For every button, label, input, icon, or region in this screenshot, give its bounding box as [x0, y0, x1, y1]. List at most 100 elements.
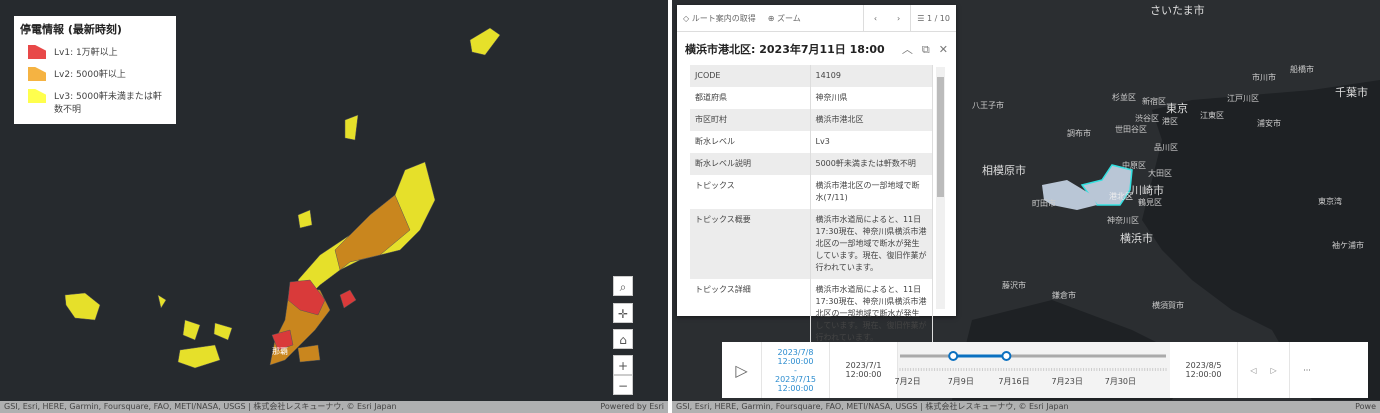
map-label: 江東区 [1200, 111, 1224, 120]
attribute-key: 都道府県 [690, 87, 811, 109]
feature-popup: ◇ ルート案内の取得 ⊕ ズーム ‹ › ☰ 1 / 10 横浜市港北区: 20… [677, 4, 956, 349]
map-label: 袖ケ浦市 [1332, 241, 1364, 250]
zoom-in-button[interactable]: + [613, 355, 633, 375]
attribute-value: 14109 [810, 65, 933, 87]
legend-title: 停電情報 (最新時刻) [20, 23, 122, 36]
popup-toolbar: ◇ ルート案内の取得 ⊕ ズーム ‹ › ☰ 1 / 10 [677, 4, 956, 32]
next-button[interactable]: › [887, 5, 910, 32]
tick-label: 7月9日 [948, 377, 974, 386]
swatch-icon [28, 89, 46, 103]
attribute-table: JCODE 14109 都道府県 神奈川県 市区町村 横浜市港北区 断水レベル Lv3 断水レベ… [690, 65, 933, 349]
attribute-key: トピックス [690, 175, 811, 209]
attribute-row: 都道府県 神奈川県 [690, 87, 933, 109]
time-slider: ▷ 2023/7/8 12:00:00-2023/7/15 12:00:00 202… [722, 342, 1368, 398]
tick-label: 7月16日 [998, 377, 1029, 386]
popup-title: 横浜市港北区: 2023年7月11日 18:00 [685, 43, 885, 56]
attribute-key: 断水レベル説明 [690, 153, 811, 175]
more-options-button[interactable]: ··· [1290, 342, 1324, 398]
legend-label: Lv2: 5000軒以上 [54, 70, 126, 80]
swatch-icon [28, 67, 46, 81]
outage-map[interactable]: 那覇 停電情報 (最新時刻) Lv1: 1万軒以上 Lv2: 5000軒以上 L… [0, 0, 668, 413]
map-label: 調布市 [1067, 129, 1091, 138]
legend-label: Lv1: 1万軒以上 [54, 48, 118, 58]
attribute-key: 断水レベル [690, 131, 811, 153]
map-label: 杉並区 [1112, 93, 1136, 102]
map-label: 東京湾 [1318, 197, 1342, 206]
map-label: さいたま市 [1150, 4, 1205, 17]
map-label: 中原区 [1122, 161, 1146, 170]
map-label: 大田区 [1148, 169, 1172, 178]
map-label: 八王子市 [972, 101, 1004, 110]
legend-item-lv2: Lv2: 5000軒以上 [20, 67, 170, 81]
start-thumb[interactable] [948, 351, 959, 361]
attribute-key: 市区町村 [690, 109, 811, 131]
attribute-row: トピックス概要 横浜市水道局によると、11日17:30現在、神奈川県横浜市港北区の… [690, 209, 933, 279]
map-label: 港区 [1162, 117, 1178, 126]
legend-label: Lv3: 5000軒未満または軒数不明 [54, 92, 162, 115]
attribute-row: JCODE 14109 [690, 65, 933, 87]
map-label: 相模原市 [982, 164, 1026, 177]
attribute-value: 横浜市水道局によると、11日17:30現在、神奈川県横浜市港北区の一部地域で断水… [810, 209, 933, 279]
play-button[interactable]: ▷ [722, 342, 762, 398]
time-extent: 2023/7/8 12:00:00-2023/7/15 12:00:00 [762, 342, 830, 398]
attribute-row: トピックス 横浜市港北区の一部地域で断水(7/11) [690, 175, 933, 209]
end-thumb[interactable] [1001, 351, 1012, 361]
attribute-value: 横浜市水道局によると、11日17:30現在、神奈川県横浜市港北区の一部地域で断水… [810, 279, 933, 349]
map-label: 東京 [1166, 102, 1188, 115]
attribute-row: 断水レベル説明 5000軒未満または軒数不明 [690, 153, 933, 175]
attribute-row: 市区町村 横浜市港北区 [690, 109, 933, 131]
route-button[interactable]: ◇ ルート案内の取得 [677, 5, 762, 32]
tick-label: 7月30日 [1105, 377, 1136, 386]
legend-item-lv1: Lv1: 1万軒以上 [20, 45, 170, 59]
home-button[interactable]: ⌂ [613, 329, 633, 349]
legend: 停電情報 (最新時刻) Lv1: 1万軒以上 Lv2: 5000軒以上 Lv3:… [14, 16, 176, 124]
attribute-row: トピックス詳細 横浜市水道局によると、11日17:30現在、神奈川県横浜市港北区の… [690, 279, 933, 349]
map-label: 鎌倉市 [1052, 291, 1076, 300]
map-label: 藤沢市 [1002, 281, 1026, 290]
map-label: 神奈川区 [1107, 216, 1139, 225]
slider-track[interactable]: 7月2日 7月9日 7月16日 7月23日 7月30日 [895, 342, 1170, 398]
previous-step-button[interactable]: ◁ [1250, 366, 1256, 375]
popup-header: 横浜市港北区: 2023年7月11日 18:00 ︿ ⧉ ✕ [677, 32, 956, 66]
zoom-out-button[interactable]: − [613, 375, 633, 395]
map-label: 横須賀市 [1152, 301, 1184, 310]
map-label: 浦安市 [1257, 119, 1281, 128]
popup-scrollbar[interactable] [936, 67, 945, 309]
attribute-key: トピックス概要 [690, 209, 811, 279]
map-label: 町田市 [1032, 199, 1056, 208]
collapse-icon[interactable]: ︿ [902, 43, 913, 56]
tick-label: 7月23日 [1052, 377, 1083, 386]
close-icon[interactable]: ✕ [939, 43, 948, 56]
attribute-row: 断水レベル Lv3 [690, 131, 933, 153]
attribute-key: トピックス詳細 [690, 279, 811, 349]
attribution: GSI, Esri, HERE, Garmin, Foursquare, FAO… [672, 401, 1380, 413]
attribute-value: 横浜市港北区 [810, 109, 933, 131]
map-label: 港北区 [1109, 192, 1133, 201]
next-step-button[interactable]: ▷ [1271, 366, 1277, 375]
map-label: 市川市 [1252, 73, 1276, 82]
feature-list-button[interactable]: ☰ 1 / 10 [910, 4, 956, 32]
feature-counter: 1 / 10 [926, 13, 950, 23]
attribute-key: JCODE [690, 65, 811, 87]
map-label: 鶴見区 [1138, 198, 1162, 207]
map-label: 江戸川区 [1227, 94, 1259, 103]
tick-label: 7月2日 [895, 377, 921, 386]
powered-by: Powered by Esri [600, 402, 664, 411]
zoom-button[interactable]: ⊕ ズーム [762, 5, 807, 32]
legend-item-lv3: Lv3: 5000軒未満または軒数不明 [20, 89, 170, 115]
map-label: 世田谷区 [1115, 125, 1147, 134]
dock-icon[interactable]: ⧉ [922, 43, 930, 56]
search-button[interactable]: ⌕ [613, 276, 633, 296]
powered-by: Powe [1355, 402, 1376, 411]
attribute-value: 5000軒未満または軒数不明 [810, 153, 933, 175]
map-label: 川崎市 [1131, 184, 1164, 197]
previous-button[interactable]: ‹ [862, 4, 887, 32]
map-label: 千葉市 [1335, 86, 1368, 99]
full-extent-button[interactable]: ✛ [613, 303, 633, 323]
attribute-value: Lv3 [810, 131, 933, 153]
attribution: GSI, Esri, HERE, Garmin, Foursquare, FAO… [0, 401, 668, 413]
map-label: 船橋市 [1290, 65, 1314, 74]
swatch-icon [28, 45, 46, 59]
map-label: 新宿区 [1142, 97, 1166, 106]
map-label: 品川区 [1154, 143, 1178, 152]
